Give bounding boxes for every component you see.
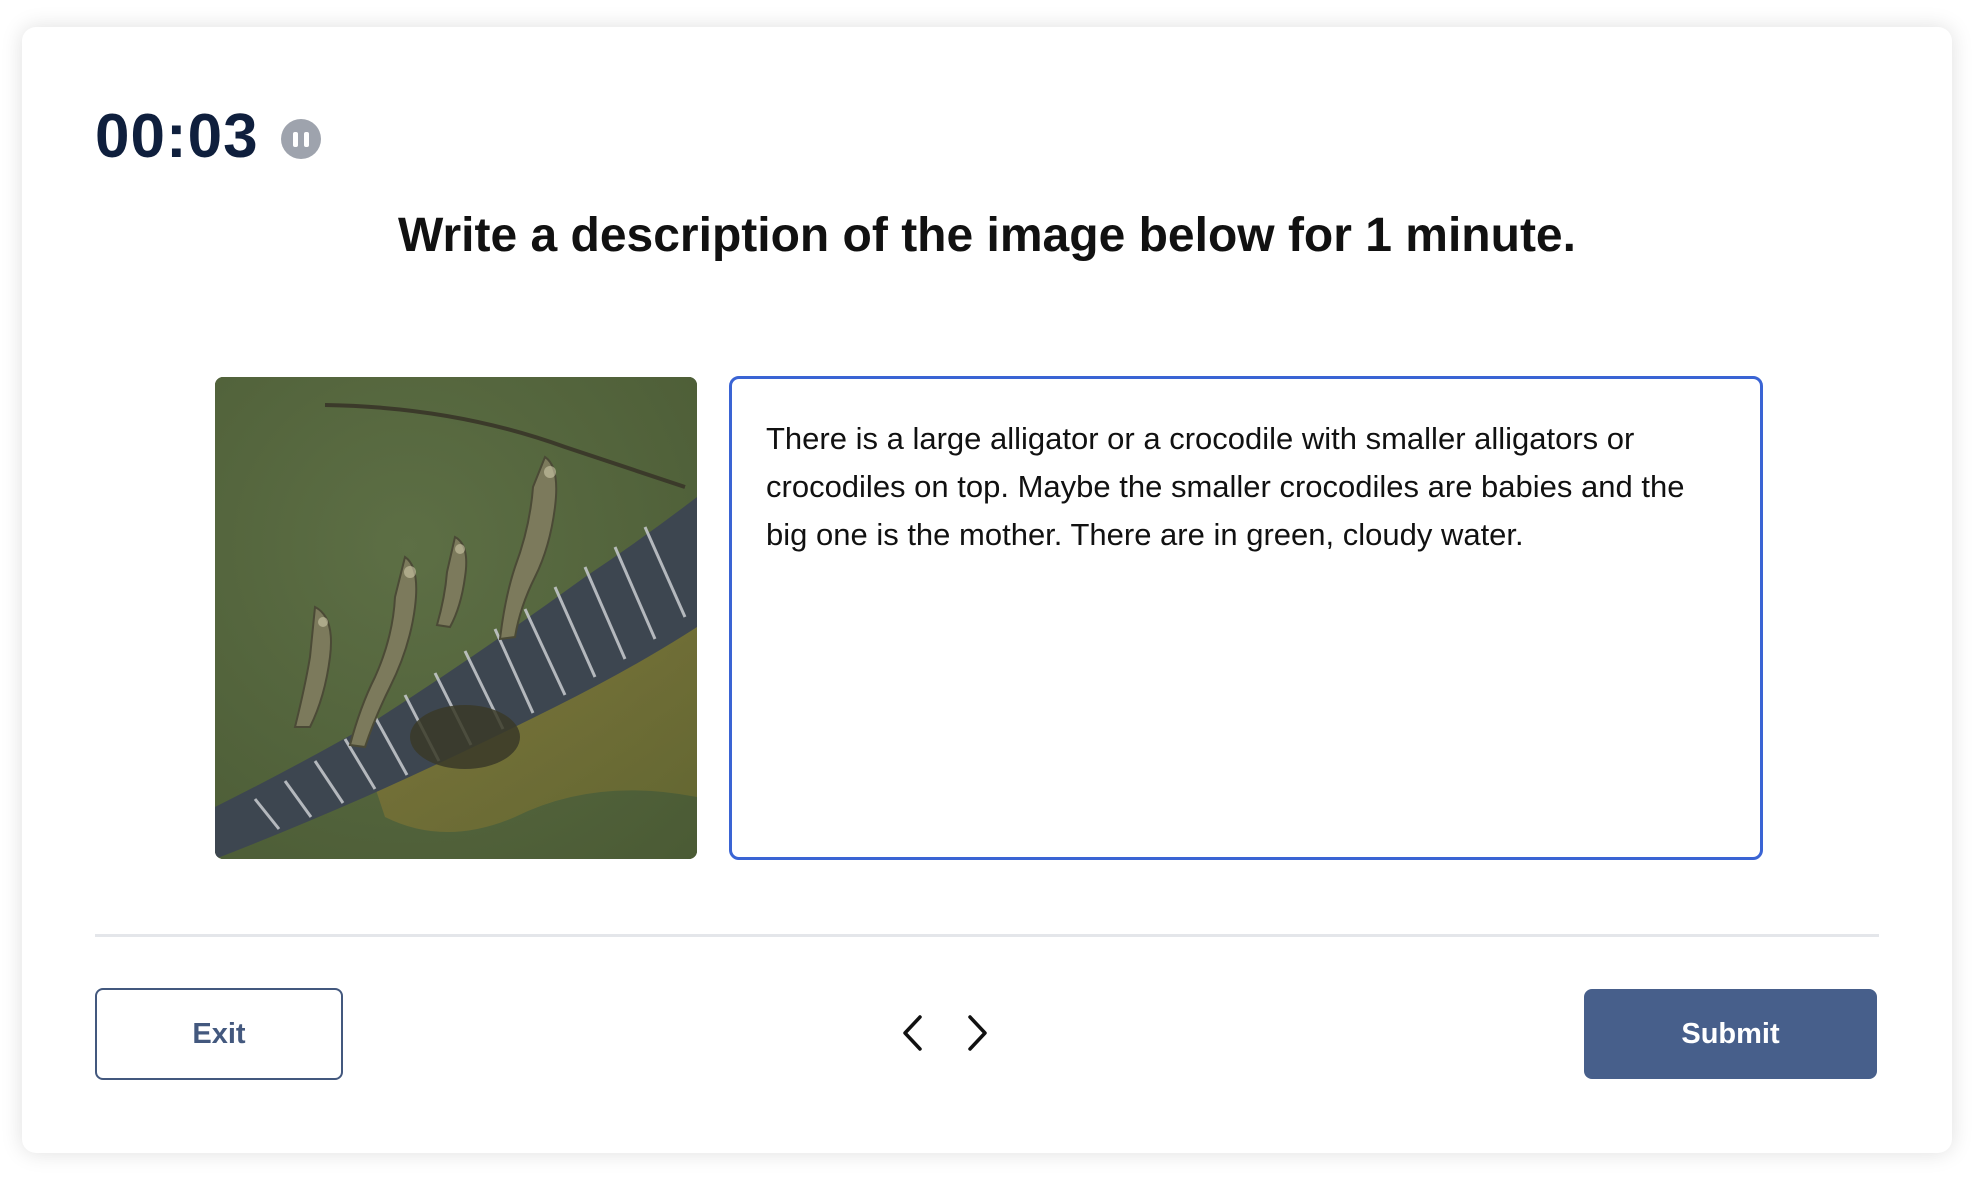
instruction-heading: Write a description of the image below f…	[398, 209, 1576, 262]
chevron-left-icon[interactable]	[892, 1007, 932, 1059]
pause-bar-right	[303, 131, 309, 147]
question-navigation	[892, 1007, 998, 1059]
pause-icon[interactable]	[280, 119, 321, 159]
timer: 00:03	[95, 102, 259, 171]
submit-button[interactable]: Submit	[1584, 989, 1877, 1079]
chevron-right-icon[interactable]	[958, 1007, 998, 1059]
alligator-photo	[215, 377, 697, 859]
exit-button[interactable]: Exit	[95, 988, 343, 1080]
divider	[95, 934, 1879, 937]
question-card: 00:03 Write a description of the image b…	[22, 27, 1952, 1153]
pause-bar-left	[292, 131, 298, 147]
description-textarea[interactable]: There is a large alligator or a crocodil…	[729, 376, 1763, 860]
timer-row: 00:03	[95, 99, 321, 175]
